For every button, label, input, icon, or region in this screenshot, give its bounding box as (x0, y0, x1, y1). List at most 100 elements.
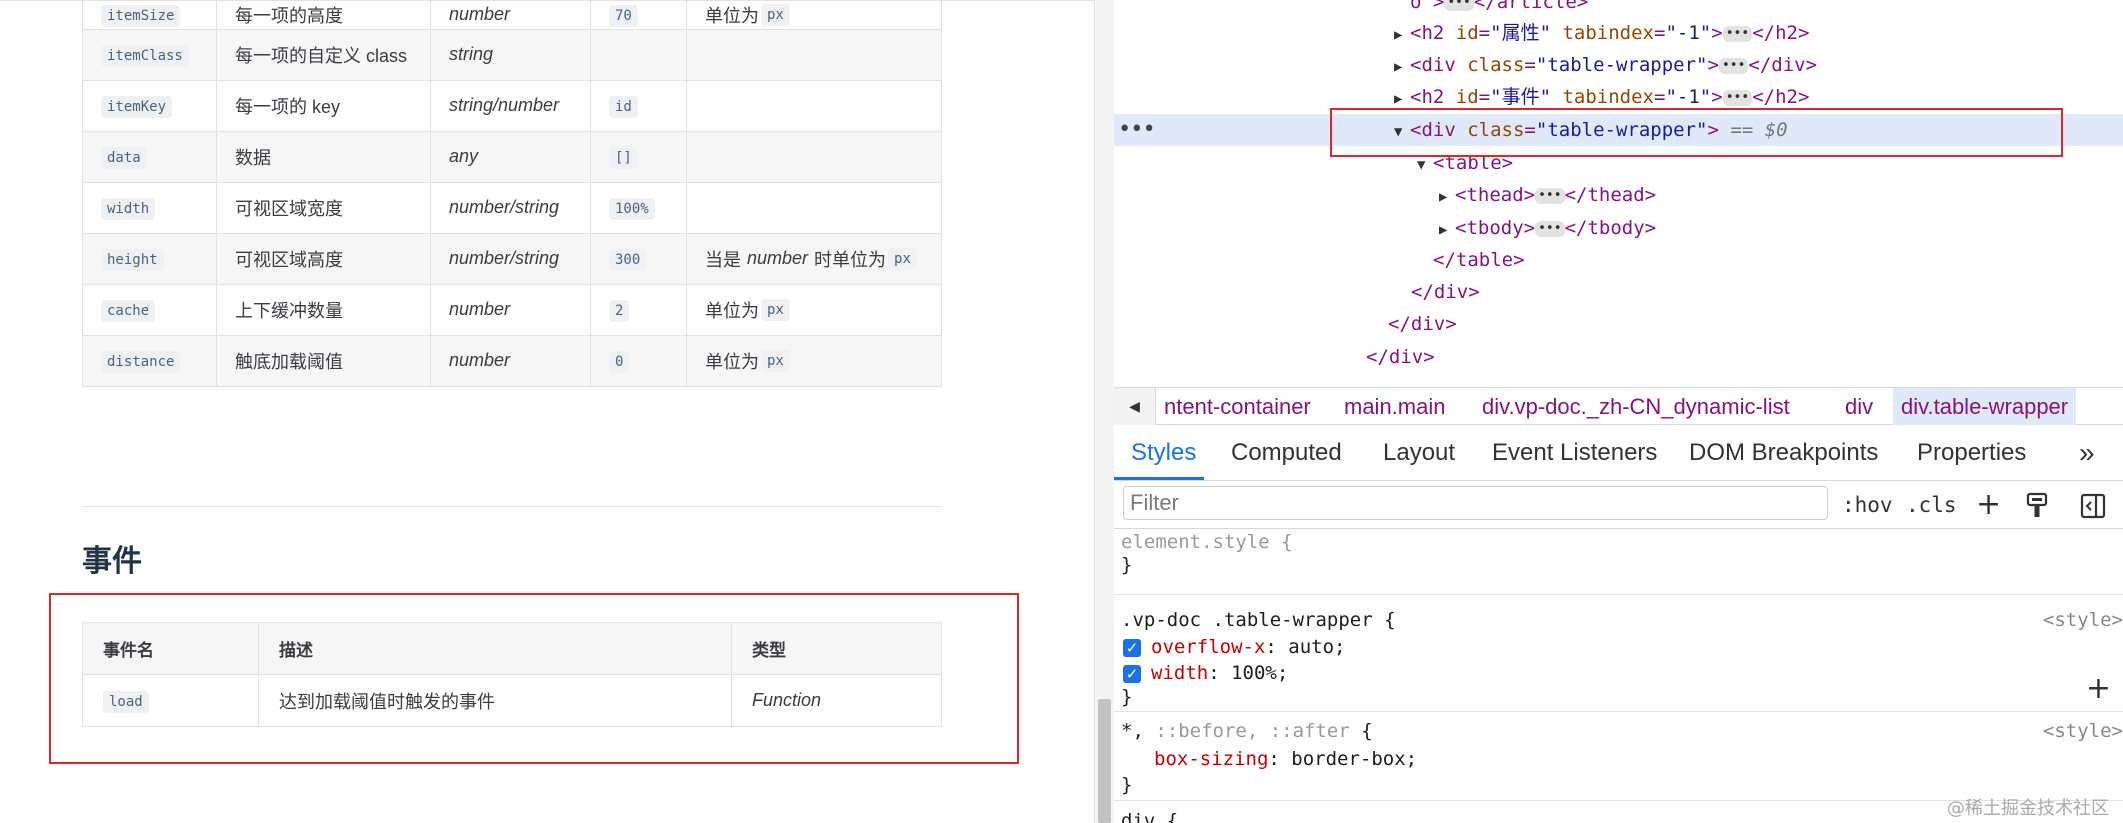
add-property-plus-icon[interactable]: + (2086, 671, 2111, 706)
rule-source-link[interactable]: <style> (2043, 718, 2123, 744)
collapsed-ellipsis-icon[interactable]: ••• (1722, 89, 1753, 106)
rule-selector[interactable]: element.style { (1121, 529, 1293, 555)
prop-desc-text: 触底加载阈值 (235, 351, 343, 372)
scrollbar-thumb[interactable] (1098, 699, 1111, 823)
prop-default-cell: id (590, 79, 687, 132)
table-row: distance 触底加载阈值 number 0 单位为 px (82, 334, 942, 387)
page-scrollbar[interactable] (1094, 0, 1114, 823)
rule-universal-box-sizing: *, ::before, ::after { <style> box-sizin… (1114, 712, 2123, 801)
dom-node-article-close[interactable]: o > ••• </article> (1410, 0, 1588, 17)
rule-vp-doc-table-wrapper: .vp-doc .table-wrapper { <style> ✓ overfl… (1114, 595, 2123, 712)
prop-default-code: 70 (609, 5, 638, 28)
dom-node-div-close[interactable]: </div> (1388, 309, 1457, 339)
collapsed-ellipsis-icon[interactable]: ••• (1535, 220, 1565, 237)
prop-type-cell: number (430, 283, 591, 336)
dom-node-thead[interactable]: ▶ <thead> ••• </thead> (1439, 180, 1656, 210)
dom-node-table-close[interactable]: </table> (1433, 245, 1525, 275)
prop-note: 当是 number 时单位为 px (705, 246, 917, 272)
table-row: itemClass 每一项的自定义 class string (82, 28, 942, 81)
prop-name-code: itemClass (101, 45, 189, 67)
rule-close-brace: } (1121, 774, 1133, 796)
prop-type-cell: any (430, 130, 591, 183)
prop-note-code: px (761, 3, 790, 26)
hover-state-button[interactable]: :hov (1842, 481, 1893, 529)
prop-type-text: any (449, 146, 479, 166)
tab-properties[interactable]: Properties (1917, 425, 2026, 480)
prop-type-text: number (449, 4, 511, 25)
more-tabs-icon[interactable]: » (2079, 425, 2095, 480)
prop-note-cell (686, 79, 942, 132)
active-tab-indicator (1114, 477, 1204, 480)
tab-styles[interactable]: Styles (1131, 425, 1196, 480)
prop-desc-cell: 触底加载阈值 (216, 334, 431, 387)
tab-event-listeners[interactable]: Event Listeners (1492, 425, 1657, 480)
collapsed-ellipsis-icon[interactable]: ••• (1535, 187, 1565, 204)
collapsed-ellipsis-icon[interactable]: ••• (1722, 25, 1753, 42)
tab-computed[interactable]: Computed (1231, 425, 1342, 480)
prop-default-cell: 70 (590, 1, 687, 30)
rule-property: ✓ width: 100%; (1123, 660, 1288, 686)
dom-node-tbody[interactable]: ▶ <tbody> ••• </tbody> (1439, 213, 1656, 243)
breadcrumb: ◀ ntent-container main.main div.vp-doc._… (1114, 387, 2123, 425)
prop-name-code: itemKey (101, 96, 173, 118)
table-row: itemKey 每一项的 key string/number id (82, 79, 942, 132)
rule-source-link[interactable]: <style> (2043, 607, 2123, 633)
table-row: height 可视区域高度 number/string 300 当是 number 时单位为… (82, 232, 942, 285)
prop-type-cell: number (430, 334, 591, 387)
prop-desc-cell: 数据 (216, 130, 431, 183)
collapsed-ellipsis-icon[interactable]: ••• (1444, 0, 1474, 11)
prop-default-cell: [] (590, 130, 687, 183)
breadcrumb-scroll-left-icon[interactable]: ◀ (1114, 388, 1156, 425)
table-row: data 数据 any [] (82, 130, 942, 183)
prop-note-mid: 时单位为 (814, 249, 887, 270)
expand-triangle-icon[interactable]: ▶ (1394, 52, 1410, 82)
collapsed-ellipsis-icon[interactable]: ••• (1718, 57, 1749, 74)
node-actions-ellipsis-icon[interactable]: ••• (1118, 114, 1156, 146)
prop-desc-text: 可视区域高度 (235, 249, 343, 270)
prop-name-code: cache (101, 300, 156, 322)
breadcrumb-item-selected[interactable]: div.table-wrapper (1893, 388, 2077, 425)
rule-selector[interactable]: div { (1121, 808, 1178, 823)
prop-default-cell: 100% (590, 181, 687, 234)
prop-default-code: [] (609, 147, 638, 169)
dom-node-div-close[interactable]: </div> (1411, 277, 1480, 307)
prop-type-text: string/number (449, 95, 560, 115)
property-checkbox[interactable]: ✓ (1123, 664, 1141, 683)
prop-name-code: itemSize (101, 5, 181, 28)
prop-default-cell: 300 (590, 232, 687, 285)
breadcrumb-item[interactable]: div.vp-doc._zh-CN_dynamic-list (1474, 388, 1798, 425)
dom-node-div-wrapper-1[interactable]: ▶ <div class="table-wrapper"> ••• </div> (1394, 50, 1817, 80)
prop-note: 单位为 px (705, 297, 790, 323)
prop-name-code: height (101, 249, 164, 271)
prop-name-code: width (101, 198, 156, 220)
dom-node-div-close[interactable]: </div> (1366, 342, 1435, 372)
prop-desc-cell: 可视区域宽度 (216, 181, 431, 234)
property-checkbox[interactable]: ✓ (1123, 638, 1141, 657)
expand-triangle-icon[interactable]: ▶ (1394, 20, 1410, 50)
expand-triangle-icon[interactable]: ▶ (1439, 182, 1455, 212)
highlight-box-selected-node (1330, 108, 2063, 157)
prop-note-prefix: 单位为 (705, 300, 759, 321)
prop-desc-cell: 每一项的自定义 class (216, 28, 431, 81)
new-rule-plus-icon[interactable]: + (1976, 481, 2001, 529)
prop-default-cell: 0 (590, 334, 687, 387)
rule-selector[interactable]: *, ::before, ::after { (1121, 718, 1373, 744)
breadcrumb-item[interactable]: div (1837, 388, 1881, 425)
dom-node-h2-props[interactable]: ▶ <h2 id="属性" tabindex="-1"> ••• </h2> (1394, 18, 1809, 48)
prop-default-code: 2 (609, 300, 630, 322)
rule-selector[interactable]: .vp-doc .table-wrapper { (1121, 607, 1396, 633)
rule-close-brace: } (1121, 554, 1133, 576)
expand-triangle-icon[interactable]: ▶ (1439, 215, 1455, 245)
tab-dom-breakpoints[interactable]: DOM Breakpoints (1689, 425, 1878, 480)
class-toggle-button[interactable]: .cls (1906, 481, 1957, 529)
tab-layout[interactable]: Layout (1383, 425, 1455, 480)
breadcrumb-item[interactable]: ntent-container (1156, 388, 1319, 425)
prop-name-cell: cache (82, 283, 217, 336)
prop-name-code: data (101, 147, 147, 169)
breadcrumb-item[interactable]: main.main (1336, 388, 1453, 425)
prop-desc-text: 数据 (235, 147, 271, 168)
toggle-sidebar-icon[interactable] (2080, 481, 2106, 529)
filter-input[interactable] (1123, 486, 1828, 520)
paint-brush-icon[interactable] (2026, 481, 2048, 529)
highlight-box-events-table (49, 593, 1019, 764)
